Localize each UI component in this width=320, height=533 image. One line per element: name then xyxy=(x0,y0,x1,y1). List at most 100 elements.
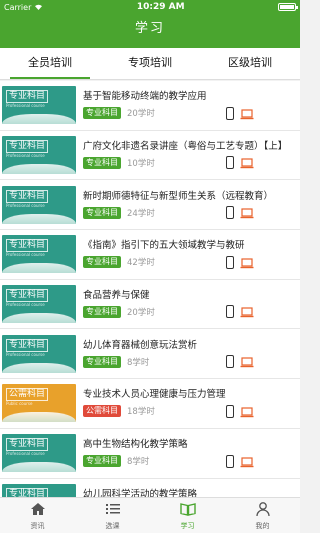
course-category-badge: 专业科目 xyxy=(83,157,121,170)
course-hours: 42学时 xyxy=(127,258,155,269)
thumbnail-title: 专业科目 xyxy=(6,90,49,104)
mobile-icon[interactable] xyxy=(226,404,234,418)
thumbnail-subtitle: Professional course xyxy=(6,202,45,208)
wifi-icon xyxy=(34,3,43,12)
status-time: 10:29 AM xyxy=(136,2,185,12)
laptop-icon[interactable] xyxy=(240,258,254,269)
course-category-badge: 专业科目 xyxy=(83,256,121,269)
thumbnail-title: 专业科目 xyxy=(6,487,49,497)
course-hours: 24学时 xyxy=(127,208,155,219)
tabbar-item-courses[interactable]: 选课 xyxy=(75,498,150,533)
course-thumbnail: 专业科目Professional course xyxy=(2,285,76,324)
bottom-tab-bar: 资讯 选课 学习 我的 xyxy=(0,497,300,533)
thumbnail-subtitle: Professional course xyxy=(6,451,45,457)
course-thumbnail: 专业科目Professional course xyxy=(2,434,76,473)
thumbnail-subtitle: Professional course xyxy=(6,103,45,109)
course-thumbnail: 专业科目Professional course xyxy=(2,235,76,274)
book-graphic xyxy=(2,263,76,274)
mobile-icon[interactable] xyxy=(226,206,234,220)
book-graphic xyxy=(2,164,76,175)
course-list-item[interactable]: 专业科目 Professional course 食品营养与保健 专业科目 20学时 xyxy=(0,280,300,330)
course-title: 幼儿园科学活动的教学策略 xyxy=(83,488,198,497)
thumbnail-subtitle: Professional course xyxy=(6,153,45,159)
thumbnail-title: 专业科目 xyxy=(6,338,49,352)
course-category-badge: 专业科目 xyxy=(83,306,121,319)
course-thumbnail: 专业科目Professional course xyxy=(2,334,76,373)
course-thumbnail: 专业科目Professional course xyxy=(2,483,76,497)
battery-icon xyxy=(278,3,298,11)
laptop-icon[interactable] xyxy=(240,158,254,169)
tabbar-label: 我的 xyxy=(255,521,270,530)
course-hours: 18学时 xyxy=(127,407,155,418)
course-thumbnail: 专业科目Professional course xyxy=(2,86,76,125)
course-title: 新时期师德特征与新型师生关系（远程教育） xyxy=(83,190,274,202)
course-list[interactable]: 专业科目 Professional course 基于智能移动终端的教学应用 专业科目… xyxy=(0,81,300,497)
person-icon xyxy=(255,501,271,519)
course-list-item[interactable]: 专业科目 Professional course 高中生物结构化教学策略 专业科目 8学… xyxy=(0,429,300,479)
book-graphic xyxy=(2,114,76,125)
course-category-badge: 专业科目 xyxy=(83,206,121,219)
course-title: 广府文化非遗名录讲座（粤俗与工艺专题）【上】 xyxy=(83,141,288,153)
book-graphic xyxy=(2,412,76,423)
course-hours: 8学时 xyxy=(127,457,150,468)
course-list-item[interactable]: 专业科目Professional course幼儿园科学活动的教学策略专业科目8… xyxy=(0,479,300,497)
book-graphic xyxy=(2,313,76,324)
tabbar-item-mine[interactable]: 我的 xyxy=(225,498,300,533)
laptop-icon[interactable] xyxy=(240,407,254,418)
thumbnail-title: 公需科目 xyxy=(6,388,49,402)
laptop-icon[interactable] xyxy=(240,456,254,468)
course-hours: 20学时 xyxy=(127,109,155,120)
course-hours: 20学时 xyxy=(127,308,155,319)
thumbnail-subtitle: Professional course xyxy=(6,252,45,258)
tabbar-label: 学习 xyxy=(180,521,195,530)
mobile-icon[interactable] xyxy=(226,255,234,269)
thumbnail-title: 专业科目 xyxy=(6,239,49,253)
list-icon xyxy=(105,501,121,519)
tabbar-label: 选课 xyxy=(105,521,120,530)
course-list-item[interactable]: 专业科目 Professional course 幼儿体育器械创意玩法赏析 专业科目 8… xyxy=(0,329,300,380)
course-list-item[interactable]: 专业科目 Professional course 广府文化非遗名录讲座（粤俗与工艺专… xyxy=(0,131,300,181)
thumbnail-subtitle: Professional course xyxy=(6,302,45,308)
tab-all-staff[interactable]: 全员培训 xyxy=(0,48,100,79)
course-title: 《指南》指引下的五大领域教学与教研 xyxy=(83,240,245,252)
course-category-badge: 专业科目 xyxy=(83,455,121,468)
mobile-icon[interactable] xyxy=(226,106,234,120)
course-title: 幼儿体育器械创意玩法赏析 xyxy=(83,339,198,351)
mobile-icon[interactable] xyxy=(226,156,234,170)
book-graphic xyxy=(2,362,76,373)
mobile-icon[interactable] xyxy=(226,305,234,319)
tabbar-item-study[interactable]: 学习 xyxy=(150,498,225,533)
mobile-icon[interactable] xyxy=(226,355,234,369)
tab-bar-top: 全员培训 专项培训 区级培训 xyxy=(0,48,300,80)
tabbar-item-news[interactable]: 资讯 xyxy=(0,498,75,533)
mobile-icon[interactable] xyxy=(226,454,234,468)
laptop-icon[interactable] xyxy=(240,357,254,368)
course-list-item[interactable]: 专业科目 Professional course 基于智能移动终端的教学应用 专业科目… xyxy=(0,81,300,131)
laptop-icon[interactable] xyxy=(240,109,254,120)
course-category-badge: 公需科目 xyxy=(83,405,121,418)
status-bar: Carrier 10:29 AM xyxy=(0,0,300,14)
thumbnail-title: 专业科目 xyxy=(6,189,49,203)
laptop-icon[interactable] xyxy=(240,208,254,219)
course-title: 食品营养与保健 xyxy=(83,290,150,302)
course-title: 高中生物结构化教学策略 xyxy=(83,439,188,451)
course-thumbnail: 专业科目Professional course xyxy=(2,136,76,175)
thumbnail-title: 专业科目 xyxy=(6,289,49,303)
page-title: 学习 xyxy=(134,21,165,36)
course-title: 基于智能移动终端的教学应用 xyxy=(83,91,207,103)
course-category-badge: 专业科目 xyxy=(83,355,121,368)
carrier-label: Carrier xyxy=(4,2,32,12)
laptop-icon[interactable] xyxy=(240,307,254,318)
course-list-item[interactable]: 专业科目 Professional course 新时期师德特征与新型师生关系（远程… xyxy=(0,180,300,231)
tab-district[interactable]: 区级培训 xyxy=(200,48,300,79)
course-thumbnail: 公需科目 Public course xyxy=(2,384,76,423)
thumbnail-subtitle: Public course xyxy=(6,401,33,407)
book-icon xyxy=(179,501,196,519)
thumbnail-title: 专业科目 xyxy=(6,438,49,452)
thumbnail-subtitle: Professional course xyxy=(6,351,45,357)
tab-special[interactable]: 专项培训 xyxy=(100,48,200,79)
course-list-item[interactable]: 公需科目 Public course 专业技术人员心理健康与压力管理 公需科目 18学时 xyxy=(0,379,300,429)
course-category-badge: 专业科目 xyxy=(83,107,121,120)
app-header: Carrier 10:29 AM 学习 xyxy=(0,0,300,48)
course-list-item[interactable]: 专业科目 Professional course 《指南》指引下的五大领域教学与教研… xyxy=(0,230,300,280)
